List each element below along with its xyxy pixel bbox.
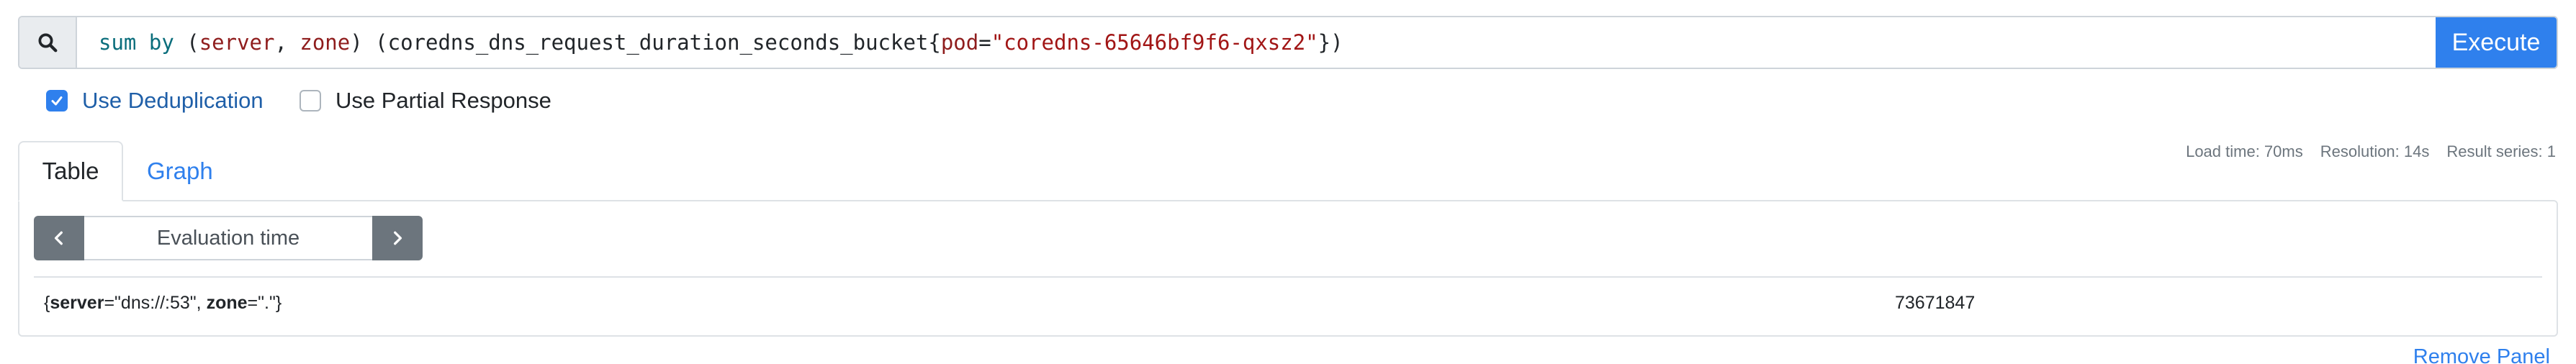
- previous-time-button[interactable]: [34, 216, 84, 260]
- execute-button[interactable]: Execute: [2436, 17, 2557, 68]
- search-icon: [19, 17, 77, 68]
- tab-table[interactable]: Table: [18, 141, 123, 201]
- chevron-right-icon: [394, 231, 402, 245]
- query-token: ) (coredns_dns_request_duration_seconds_…: [350, 30, 941, 55]
- tab-graph[interactable]: Graph: [122, 141, 238, 201]
- next-time-button[interactable]: [372, 216, 423, 260]
- label-key-zone: zone: [206, 292, 248, 313]
- query-token: by: [148, 30, 174, 55]
- query-token: }): [1318, 30, 1343, 55]
- partial-response-checkbox[interactable]: [300, 90, 321, 112]
- label-key-server: server: [50, 292, 104, 313]
- partial-response-label[interactable]: Use Partial Response: [335, 88, 551, 114]
- table-panel: Evaluation time {server="dns://:53", zon…: [18, 200, 2558, 337]
- chevron-left-icon: [54, 231, 63, 245]
- query-token: =: [978, 30, 991, 55]
- query-token: server: [199, 30, 275, 55]
- query-token: "coredns-65646bf9f6-qxsz2": [991, 30, 1318, 55]
- evaluation-time-control: Evaluation time: [34, 216, 423, 260]
- deduplication-checkbox[interactable]: [46, 90, 68, 112]
- resolution: Resolution: 14s: [2320, 142, 2430, 160]
- table-row: {server="dns://:53", zone="."} 73671847: [34, 278, 2542, 328]
- query-expression-input[interactable]: sum by (server, zone) (coredns_dns_reque…: [77, 17, 2436, 68]
- query-token: sum: [99, 30, 137, 55]
- result-series: Result series: 1: [2446, 142, 2556, 160]
- query-token: (: [174, 30, 199, 55]
- query-token: pod: [940, 30, 979, 55]
- deduplication-label[interactable]: Use Deduplication: [82, 88, 264, 114]
- query-stats: Load time: 70ms Resolution: 14s Result s…: [2186, 142, 2556, 165]
- query-token: zone: [300, 30, 351, 55]
- query-token: [136, 30, 148, 55]
- checkmark-icon: [51, 96, 63, 106]
- series-value: 73671847: [1895, 292, 1976, 313]
- query-bar: sum by (server, zone) (coredns_dns_reque…: [18, 16, 2558, 69]
- remove-panel-link[interactable]: Remove Panel: [2413, 345, 2550, 364]
- evaluation-time-input[interactable]: Evaluation time: [84, 216, 372, 260]
- use-partial-response-option[interactable]: Use Partial Response: [300, 86, 551, 115]
- series-labels: {server="dns://:53", zone="."}: [44, 292, 282, 313]
- query-token: ,: [274, 30, 300, 55]
- load-time: Load time: 70ms: [2186, 142, 2303, 160]
- use-deduplication-option[interactable]: Use Deduplication: [46, 86, 264, 115]
